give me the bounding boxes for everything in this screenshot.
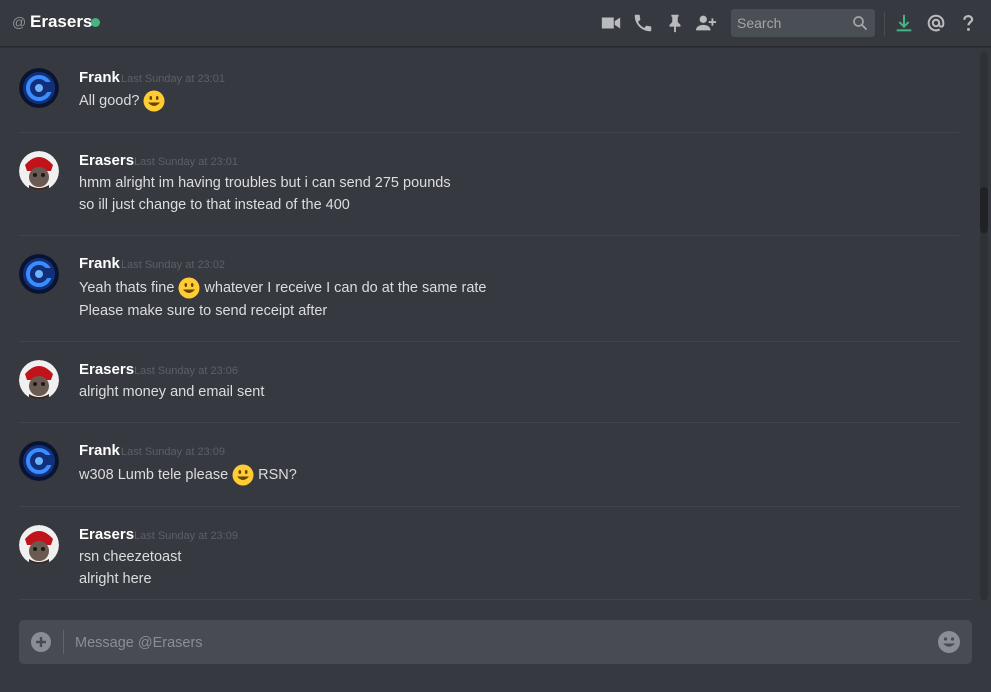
message-input[interactable] [73,620,927,666]
message-text-segment: rsn cheezetoast [79,549,182,565]
message-author[interactable]: Erasers [79,361,134,378]
message-author[interactable]: Frank [79,442,120,459]
message-text: rsn cheezetoast [79,549,181,565]
message-text: Yeah thats fine whatever I receive I can… [79,277,487,299]
message-text-segment: alright money and email sent [79,384,265,400]
message-author[interactable]: Frank [79,255,120,272]
avatar[interactable] [19,68,59,108]
pin-icon[interactable] [664,12,686,34]
search-input[interactable] [731,9,849,37]
search-icon[interactable] [851,14,869,32]
message-list[interactable]: Frank Last Sunday at 23:01 All good? Era… [0,48,978,608]
message-timestamp: Last Sunday at 23:09 [134,530,238,542]
message-text: w308 Lumb tele please RSN? [79,464,297,486]
message-timestamp: Last Sunday at 23:01 [121,73,225,85]
message-text-segment: Please make sure to send receipt after [79,303,328,319]
message-author[interactable]: Erasers [79,526,134,543]
online-status-indicator [91,18,100,27]
message-timestamp: Last Sunday at 23:06 [134,365,238,377]
message-text-segment: w308 Lumb tele please [79,467,229,483]
smiley-emoji-icon[interactable] [232,464,254,486]
help-icon[interactable] [957,12,979,34]
avatar[interactable] [19,151,59,191]
composer-divider [19,599,972,600]
composer-divider-line [63,630,64,654]
message-text-segment: All good? [79,93,140,109]
avatar[interactable] [19,360,59,400]
avatar[interactable] [19,525,59,565]
phone-icon[interactable] [632,12,654,34]
mention-icon[interactable] [925,12,947,34]
message-text-segment: alright here [79,571,152,587]
message-timestamp: Last Sunday at 23:02 [121,259,225,271]
smiley-emoji-icon[interactable] [178,277,200,299]
avatar[interactable] [19,441,59,481]
message-timestamp: Last Sunday at 23:09 [121,446,225,458]
channel-header: @ Erasers [0,0,991,47]
message-composer [19,620,972,666]
message-divider [19,341,959,342]
message-text-segment: so ill just change to that instead of th… [79,197,350,213]
search-box[interactable] [731,9,875,37]
smiley-emoji-icon[interactable] [143,90,165,112]
message-author[interactable]: Frank [79,69,120,86]
message-text-segment: RSN? [258,467,297,483]
upload-plus-icon[interactable] [30,631,52,653]
at-symbol: @ [12,14,27,30]
message-divider [19,235,959,236]
message-text: hmm alright im having troubles but i can… [79,175,451,191]
emoji-picker-icon[interactable] [937,630,961,654]
scrollbar-track[interactable] [980,52,988,600]
download-icon[interactable] [893,12,915,34]
message-text-segment: whatever I receive I can do at the same … [204,280,487,296]
message-text: Please make sure to send receipt after [79,303,327,319]
message-divider [19,132,959,133]
scrollbar-thumb[interactable] [980,187,988,233]
message-divider [19,422,959,423]
message-text: alright here [79,571,152,587]
message-text: All good? [79,90,169,112]
message-text-segment: Yeah thats fine [79,280,175,296]
message-text: alright money and email sent [79,384,264,400]
message-author[interactable]: Erasers [79,152,134,169]
avatar[interactable] [19,254,59,294]
message-text: so ill just change to that instead of th… [79,197,350,213]
video-camera-icon[interactable] [600,12,622,34]
header-divider [884,12,885,36]
message-divider [19,506,959,507]
add-friend-icon[interactable] [695,12,719,34]
message-timestamp: Last Sunday at 23:01 [134,156,238,168]
dm-title[interactable]: Erasers [30,12,92,32]
message-text-segment: hmm alright im having troubles but i can… [79,175,451,191]
